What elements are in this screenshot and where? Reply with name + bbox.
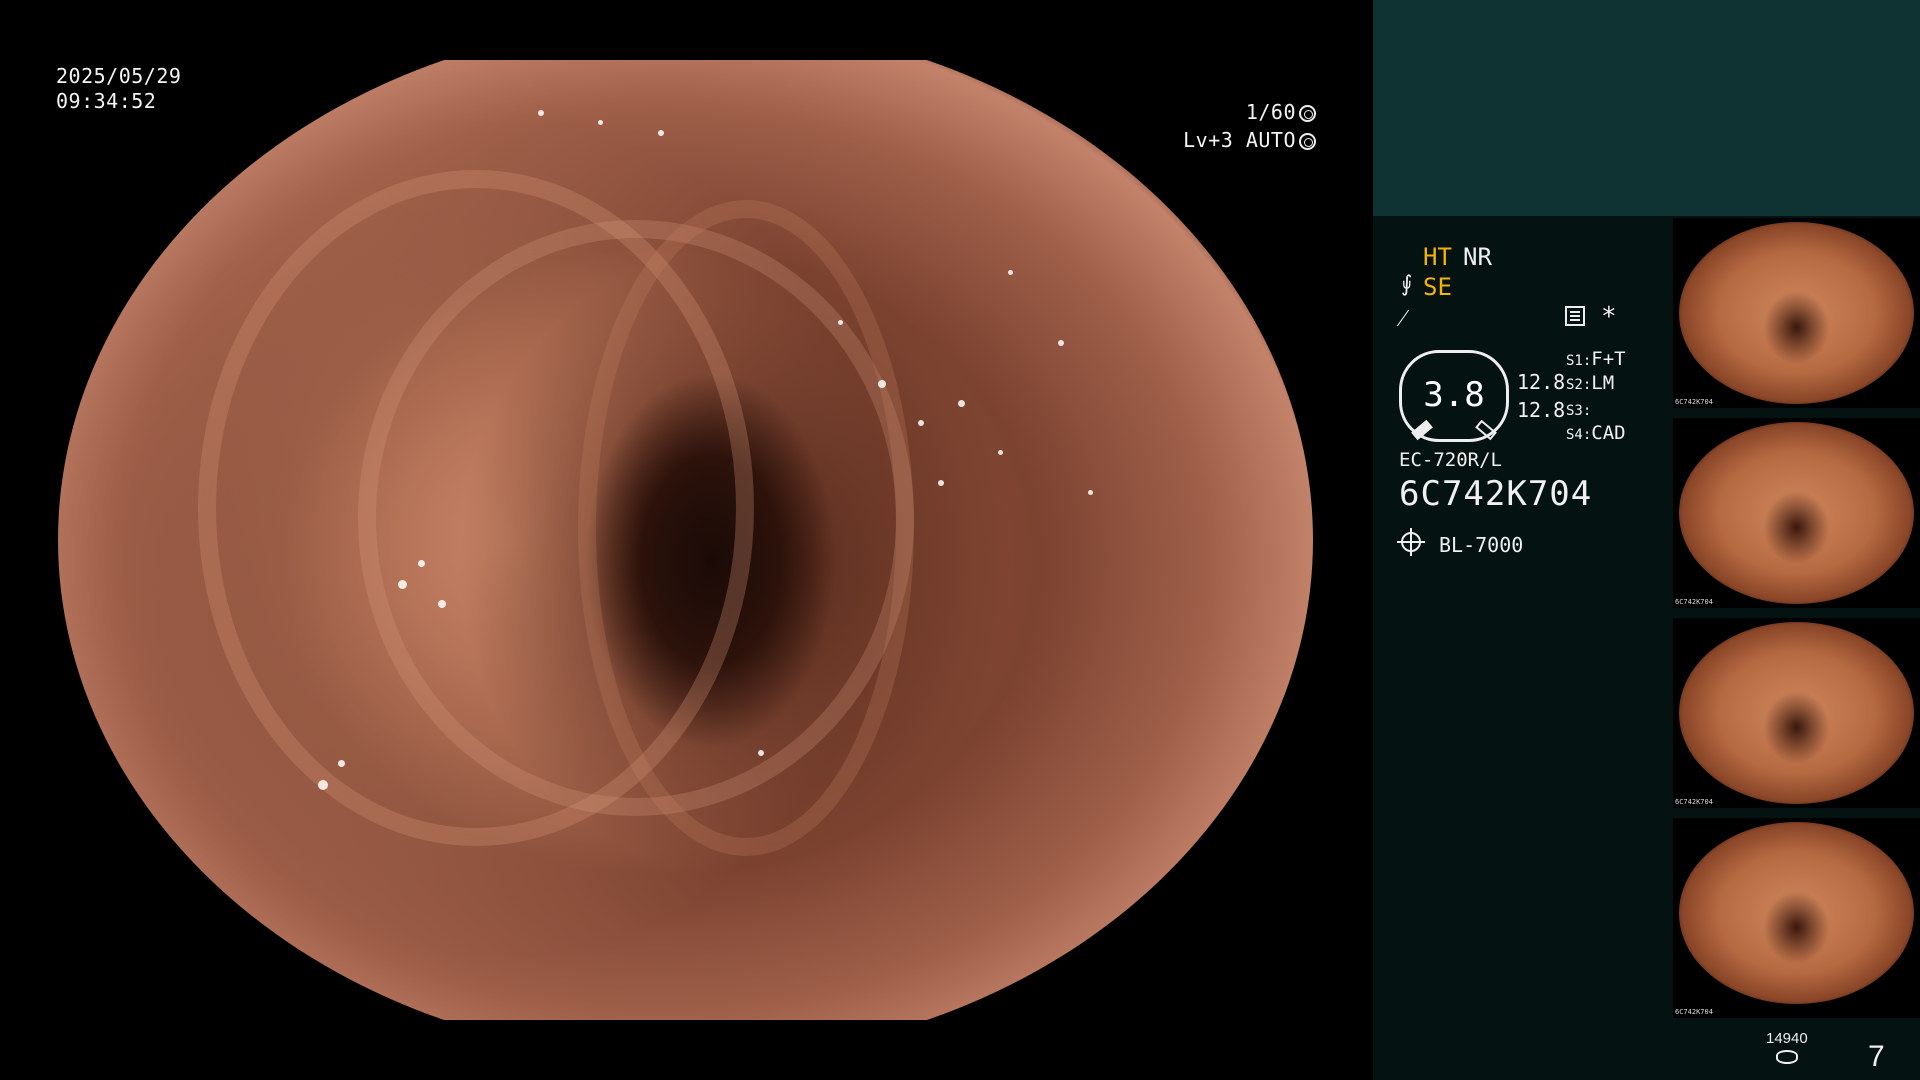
memo-icon (1565, 306, 1585, 326)
brightness-level-value: Lv+3 AUTO (1183, 128, 1296, 152)
reading-value-2: 12.8 (1517, 398, 1566, 422)
magnification-value: 3.8 (1423, 375, 1485, 415)
captured-thumbnail[interactable]: 6C742K704 (1673, 618, 1920, 808)
scope-serial: 6C742K704 (1399, 474, 1593, 514)
thumbnail-image (1679, 222, 1914, 404)
light-source: BL-7000 (1439, 533, 1524, 557)
switch-value: LM (1591, 372, 1615, 394)
thumbnail-image (1679, 422, 1914, 604)
aperture-icon (1299, 105, 1316, 122)
switch-key: S3 (1566, 403, 1583, 419)
light-reflection (958, 400, 965, 407)
switch-value: F+T (1591, 348, 1626, 370)
shutter-speed: 1/60 (1246, 100, 1316, 125)
captured-thumbnail[interactable]: 6C742K704 (1673, 418, 1920, 608)
light-reflection (938, 480, 944, 486)
light-reflection (318, 780, 328, 790)
exam-time: 09:34:52 (56, 89, 157, 113)
switch-key: S1 (1566, 353, 1583, 369)
page-number: 7 (1868, 1040, 1885, 1073)
light-reflection (1088, 490, 1093, 495)
color-mode-icon: ⁄ (1401, 304, 1406, 332)
asterisk-indicator: * (1601, 302, 1617, 332)
light-reflection (918, 420, 924, 426)
light-reflection (398, 580, 407, 589)
light-reflection (418, 560, 425, 567)
light-reflection (338, 760, 345, 767)
light-reflection (998, 450, 1003, 455)
magnification-gauge: 3.8 (1399, 350, 1509, 442)
switch-s2: S2:LM (1566, 372, 1615, 394)
info-panel-header (1373, 0, 1920, 216)
thumbnail-caption: 6C742K704 (1675, 1008, 1713, 1016)
light-reflection (758, 750, 764, 756)
gauge-right-marker (1475, 419, 1497, 441)
gauge-left-marker (1411, 419, 1433, 441)
structure-enhance-icon: ⨚ (1401, 272, 1413, 297)
light-reflection (438, 600, 446, 608)
light-reflection (838, 320, 843, 325)
reading-value-1: 12.8 (1517, 370, 1566, 394)
light-source-icon (1397, 528, 1425, 556)
exam-date: 2025/05/29 (56, 64, 182, 88)
light-reflection (598, 120, 603, 125)
light-reflection (658, 130, 664, 136)
light-reflection (1008, 270, 1013, 275)
thumbnail-image (1679, 622, 1914, 804)
light-reflection (1058, 340, 1064, 346)
storage-disk-icon (1776, 1050, 1798, 1064)
mucosa-fold (578, 200, 914, 856)
switch-s4: S4:CAD (1566, 422, 1626, 444)
iris-icon (1299, 133, 1316, 150)
endoscope-live-view (58, 60, 1313, 1020)
switch-s3: S3: (1566, 403, 1592, 419)
endoscope-image (58, 60, 1313, 1020)
se-indicator: SE (1423, 273, 1452, 301)
light-reflection (538, 110, 544, 116)
captured-thumbnail[interactable]: 6C742K704 (1673, 218, 1920, 408)
scope-model: EC-720R/L (1399, 449, 1502, 471)
image-count: 14940 (1766, 1030, 1808, 1047)
captured-thumbnail[interactable]: 6C742K704 (1673, 818, 1920, 1018)
brightness-level: Lv+3 AUTO (1183, 128, 1316, 153)
switch-key: S2 (1566, 377, 1583, 393)
thumbnail-caption: 6C742K704 (1675, 398, 1713, 406)
switch-value: CAD (1591, 422, 1626, 444)
shutter-speed-value: 1/60 (1245, 100, 1296, 124)
thumbnail-image (1679, 822, 1914, 1004)
switch-key: S4 (1566, 427, 1583, 443)
thumbnail-caption: 6C742K704 (1675, 798, 1713, 806)
light-reflection (878, 380, 886, 388)
nr-indicator: NR (1463, 243, 1492, 271)
ht-indicator: HT (1423, 243, 1452, 271)
info-panel: HT NR ⨚ SE ⁄ * 3.8 12.8 12.8 S1:F+T S2:L… (1373, 0, 1920, 1080)
switch-s1: S1:F+T (1566, 348, 1626, 370)
thumbnail-caption: 6C742K704 (1675, 598, 1713, 606)
